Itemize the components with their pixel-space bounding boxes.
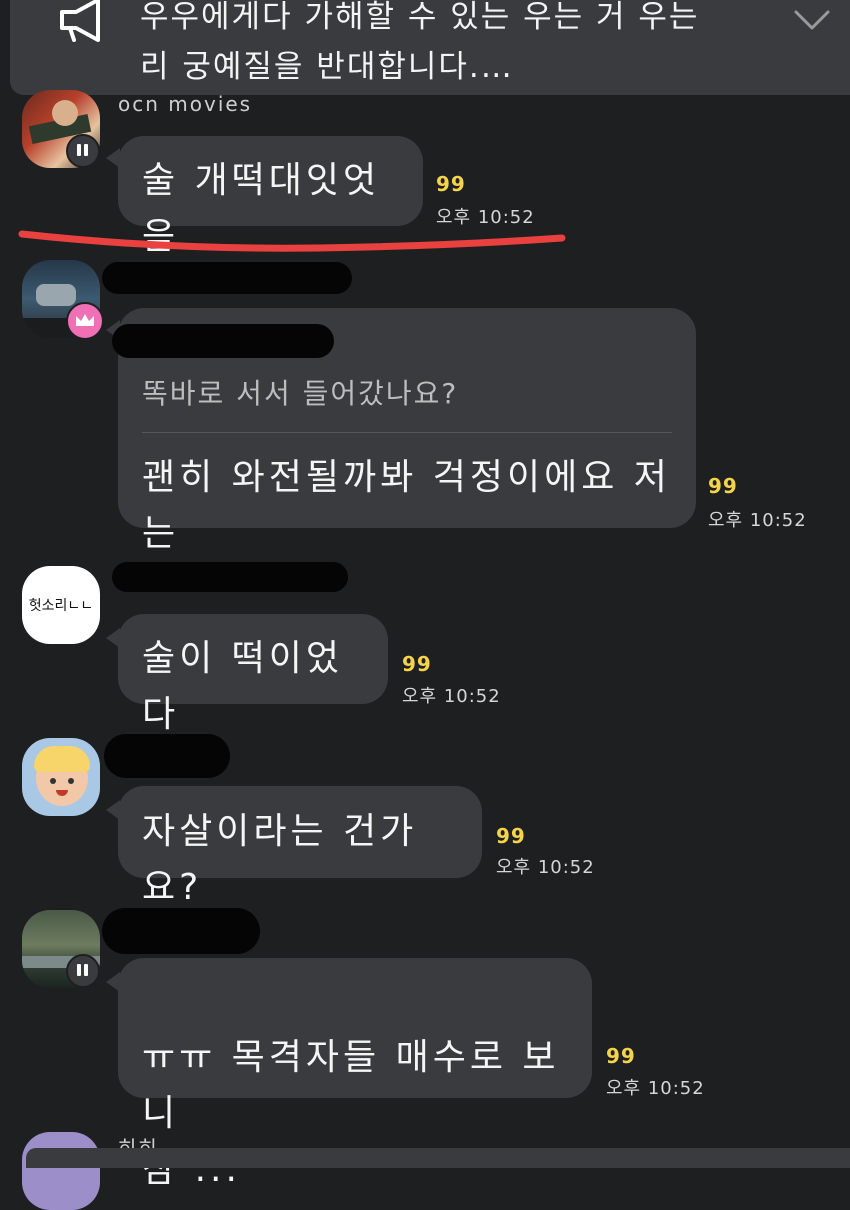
unread-count: 99 <box>402 652 432 676</box>
redacted-quote-author <box>112 324 334 358</box>
message-bubble[interactable]: 술 개떡대잇엇음 <box>118 136 423 257</box>
input-area-edge <box>26 1148 850 1168</box>
message-text: 괜히 와전될까봐 걱정이에요 저는 <box>142 457 671 554</box>
avatar[interactable] <box>22 1132 100 1210</box>
message-time: 오후 10:52 <box>606 1078 705 1099</box>
avatar[interactable]: 헛소리ㄴㄴ <box>22 566 100 644</box>
message-text: 술이 떡이었다 <box>142 638 344 735</box>
message-bubble[interactable]: 술이 떡이었다 <box>118 614 388 735</box>
reply-text-area: 괜히 와전될까봐 걱정이에요 저는 <box>118 450 696 554</box>
redacted-sender <box>112 562 348 592</box>
red-underline <box>18 230 566 252</box>
quote-divider <box>142 432 672 433</box>
megaphone-icon <box>60 0 100 42</box>
notice-text: 우우에게다 가해할 수 있는 우는 거 우는 리 궁예질을 반대합니다.… <box>140 0 700 85</box>
redacted-sender <box>104 734 230 778</box>
unread-count: 99 <box>606 1044 636 1068</box>
sender-name: ocn movies <box>118 92 253 116</box>
crown-badge-icon <box>66 302 104 340</box>
message-time: 오후 10:52 <box>708 510 807 531</box>
avatar-text: 헛소리ㄴㄴ <box>28 598 94 614</box>
notice-banner[interactable]: 우우에게다 가해할 수 있는 우는 거 우는 리 궁예질을 반대합니다.… <box>10 0 850 95</box>
unread-count: 99 <box>708 474 738 498</box>
chevron-down-icon[interactable] <box>792 8 832 32</box>
message-time: 오후 10:52 <box>402 686 501 707</box>
open-profile-badge-icon <box>66 134 100 168</box>
message-time: 오후 10:52 <box>496 857 595 878</box>
unread-count: 99 <box>436 172 466 196</box>
message-bubble[interactable]: 자살이라는 건가요? <box>118 786 482 908</box>
message-text: 자살이라는 건가요? <box>142 811 418 908</box>
avatar[interactable] <box>22 738 100 816</box>
redacted-sender <box>102 262 352 294</box>
open-profile-badge-icon <box>66 954 100 988</box>
quoted-message: 똑바로 서서 들어갔나요? <box>142 377 459 410</box>
message-bubble[interactable]: ㅠㅠ 목격자들 매수로 보니 참 ... <box>118 958 592 1190</box>
redacted-sender <box>102 908 260 954</box>
unread-count: 99 <box>496 824 526 848</box>
